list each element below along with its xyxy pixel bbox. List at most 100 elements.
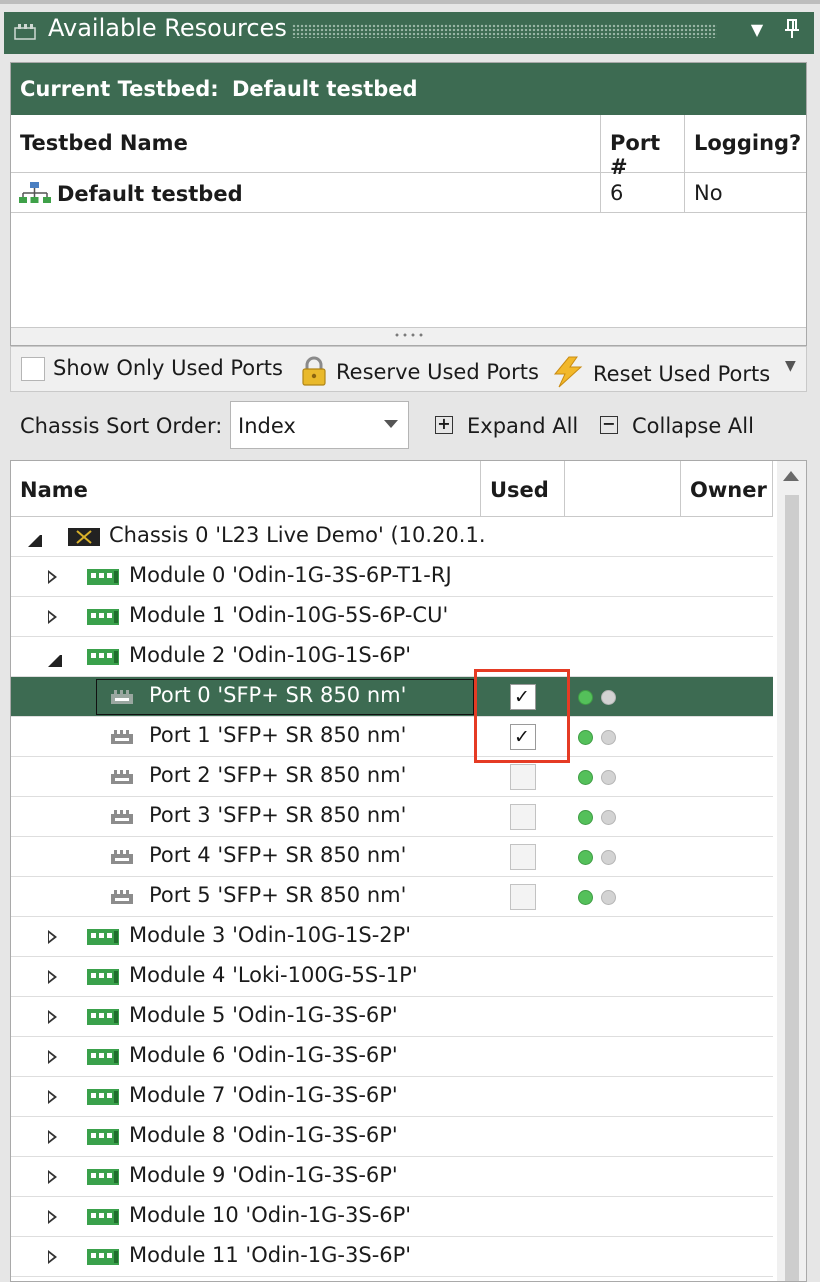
column-header-name[interactable]: Name	[11, 461, 481, 517]
ports-toolbar: Show Only Used Ports Reserve Used Ports …	[10, 346, 807, 392]
port-row[interactable]: Port 1 'SFP+ SR 850 nm' ✓	[11, 717, 773, 757]
status-grey-icon	[601, 690, 616, 705]
port-label: Port 0 'SFP+ SR 850 nm'	[149, 683, 407, 707]
grid-header: Name Used Owner	[11, 461, 773, 517]
module-row[interactable]: Module 4 'Loki-100G-5S-1P'	[11, 957, 773, 997]
expand-node-icon[interactable]	[48, 1010, 62, 1024]
module-row[interactable]: Module 5 'Odin-1G-3S-6P'	[11, 997, 773, 1037]
link-status-green-icon	[578, 850, 593, 865]
module-card-icon	[87, 1089, 119, 1105]
testbed-logging: No	[694, 181, 723, 205]
port-icon	[111, 850, 133, 864]
port-row[interactable]: Port 2 'SFP+ SR 850 nm'	[11, 757, 773, 797]
chevron-down-icon[interactable]: ▼	[745, 18, 769, 42]
module-card-icon	[87, 1169, 119, 1185]
module-row[interactable]: Module 3 'Odin-10G-1S-2P'	[11, 917, 773, 957]
module-row[interactable]: Module 9 'Odin-1G-3S-6P'	[11, 1157, 773, 1197]
collapse-all-button[interactable]: Collapse All	[632, 414, 754, 438]
show-only-used-ports-label[interactable]: Show Only Used Ports	[53, 347, 283, 391]
chassis-sort-order-label: Chassis Sort Order:	[20, 414, 223, 438]
module-row[interactable]: Module 8 'Odin-1G-3S-6P'	[11, 1117, 773, 1157]
port-icon	[111, 810, 133, 824]
port-icon	[111, 890, 133, 904]
vertical-scrollbar[interactable]	[777, 461, 806, 1281]
current-testbed-header: Current Testbed: Default testbed	[11, 63, 806, 115]
module-row[interactable]: Module 1 'Odin-10G-5S-6P-CU'	[11, 597, 773, 637]
show-only-used-ports-checkbox[interactable]	[21, 357, 45, 381]
module-card-icon	[87, 609, 119, 625]
module-card-icon	[87, 929, 119, 945]
link-status-green-icon	[578, 770, 593, 785]
module-row[interactable]: Module 7 'Odin-1G-3S-6P'	[11, 1077, 773, 1117]
module-label: Module 0 'Odin-1G-3S-6P-T1-RJ	[129, 563, 452, 587]
used-checkbox-highlight	[474, 669, 570, 763]
expand-node-icon[interactable]	[48, 970, 62, 984]
collapse-node-icon[interactable]	[48, 653, 62, 667]
scroll-up-icon[interactable]	[783, 471, 799, 481]
reserve-used-ports-button[interactable]: Reserve Used Ports	[299, 347, 539, 391]
module-label: Module 10 'Odin-1G-3S-6P'	[129, 1203, 412, 1227]
port-used-checkbox[interactable]	[510, 764, 536, 790]
table-row[interactable]: Default testbed 6 No	[11, 173, 806, 213]
port-label: Port 1 'SFP+ SR 850 nm'	[149, 723, 407, 747]
toolbar-overflow-icon[interactable]: ▼	[785, 349, 796, 393]
column-header-testbed-name[interactable]: Testbed Name	[11, 115, 601, 173]
panel-title: Available Resources	[48, 14, 287, 42]
port-used-checkbox[interactable]	[510, 844, 536, 870]
chassis-row[interactable]: Chassis 0 'L23 Live Demo' (10.20.1.	[11, 517, 773, 557]
column-header-owner[interactable]: Owner	[681, 461, 773, 517]
expand-node-icon[interactable]	[48, 610, 62, 624]
module-label: Module 6 'Odin-1G-3S-6P'	[129, 1043, 398, 1067]
port-label: Port 5 'SFP+ SR 850 nm'	[149, 883, 407, 907]
panel-splitter[interactable]	[11, 327, 806, 345]
expand-all-button[interactable]: Expand All	[467, 414, 578, 438]
status-grey-icon	[601, 770, 616, 785]
expand-node-icon[interactable]	[48, 1130, 62, 1144]
module-row[interactable]: Module 10 'Odin-1G-3S-6P'	[11, 1197, 773, 1237]
testbed-port-count: 6	[601, 173, 685, 213]
module-row[interactable]: Module 0 'Odin-1G-3S-6P-T1-RJ	[11, 557, 773, 597]
plus-box-icon[interactable]: +	[435, 416, 453, 434]
expand-node-icon[interactable]	[48, 1250, 62, 1264]
scrollbar-thumb[interactable]	[785, 495, 799, 1281]
port-row[interactable]: Port 3 'SFP+ SR 850 nm'	[11, 797, 773, 837]
module-card-icon	[87, 1249, 119, 1265]
port-icon	[111, 730, 133, 744]
expand-node-icon[interactable]	[48, 1170, 62, 1184]
expand-node-icon[interactable]	[48, 930, 62, 944]
status-grey-icon	[601, 730, 616, 745]
module-row[interactable]: Module 2 'Odin-10G-1S-6P'	[11, 637, 773, 677]
titlebar-grip[interactable]	[292, 24, 717, 38]
column-header-logging[interactable]: Logging?	[685, 115, 806, 173]
module-label: Module 8 'Odin-1G-3S-6P'	[129, 1123, 398, 1147]
column-header-used[interactable]: Used	[481, 461, 565, 517]
port-row[interactable]: Port 4 'SFP+ SR 850 nm'	[11, 837, 773, 877]
collapse-node-icon[interactable]	[28, 533, 42, 547]
module-row[interactable]: Module 6 'Odin-1G-3S-6P'	[11, 1037, 773, 1077]
port-row[interactable]: Port 0 'SFP+ SR 850 nm' ✓	[11, 677, 773, 717]
port-used-checkbox[interactable]	[510, 804, 536, 830]
expand-node-icon[interactable]	[48, 1210, 62, 1224]
module-row[interactable]: Module 11 'Odin-1G-3S-6P'	[11, 1237, 773, 1277]
module-card-icon	[87, 1009, 119, 1025]
expand-node-icon[interactable]	[48, 1050, 62, 1064]
port-label: Port 4 'SFP+ SR 850 nm'	[149, 843, 407, 867]
reset-used-ports-button[interactable]: Reset Used Ports	[551, 347, 770, 391]
current-testbed-label: Current Testbed:	[20, 77, 219, 101]
expand-node-icon[interactable]	[48, 1090, 62, 1104]
column-header-status[interactable]	[565, 461, 681, 517]
pin-icon[interactable]	[780, 16, 804, 42]
module-card-icon	[87, 1049, 119, 1065]
reserve-used-ports-label: Reserve Used Ports	[336, 360, 539, 384]
column-header-port-count[interactable]: Port #	[601, 115, 685, 179]
reset-used-ports-label: Reset Used Ports	[593, 362, 771, 386]
expand-node-icon[interactable]	[48, 570, 62, 584]
chassis-sort-order-select[interactable]: Index	[230, 401, 409, 449]
minus-box-icon[interactable]: −	[600, 416, 618, 434]
port-used-checkbox[interactable]	[510, 884, 536, 910]
module-label: Module 7 'Odin-1G-3S-6P'	[129, 1083, 398, 1107]
port-row[interactable]: Port 5 'SFP+ SR 850 nm'	[11, 877, 773, 917]
chevron-down-icon	[384, 420, 398, 428]
port-label: Port 2 'SFP+ SR 850 nm'	[149, 763, 407, 787]
lock-icon	[302, 356, 326, 386]
